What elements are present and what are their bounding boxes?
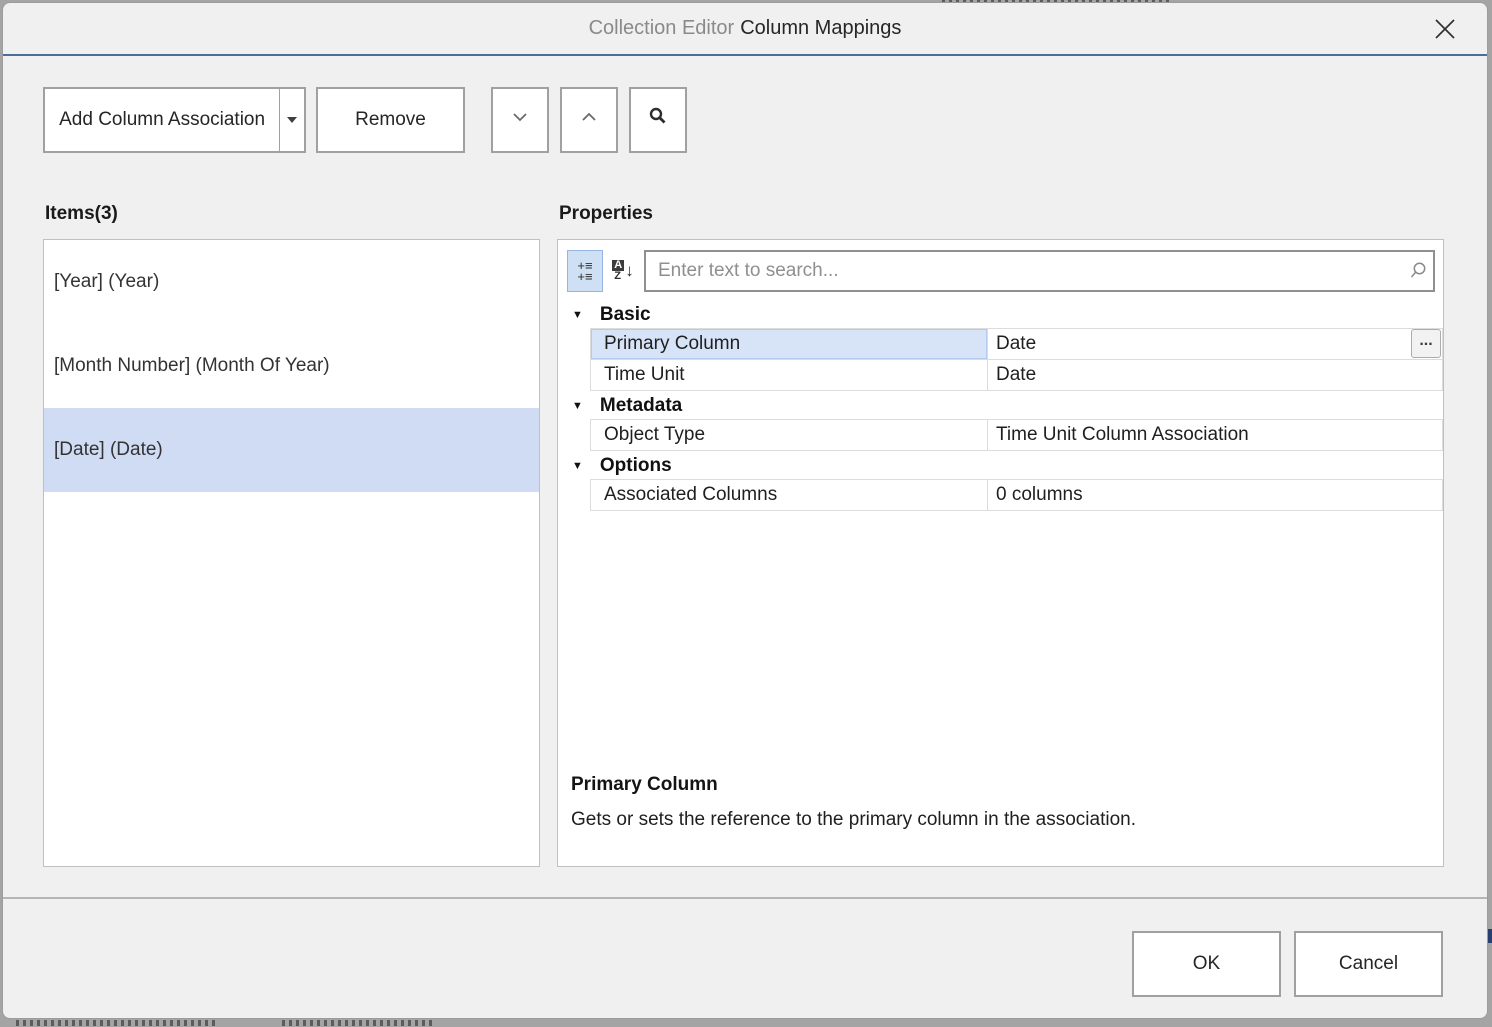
items-list: [Year] (Year) [Month Number] (Month Of Y… [43, 239, 540, 867]
list-item-year[interactable]: [Year] (Year) [44, 240, 539, 324]
ellipsis-button[interactable]: ... [1411, 329, 1441, 358]
remove-button-label: Remove [355, 109, 426, 131]
footer-divider [3, 897, 1487, 899]
background-window-fragment [16, 1020, 216, 1026]
property-grid-panel: +≡+≡ AZ ↓ ▼ Basic Primary Column [557, 239, 1444, 867]
items-panel-header: Items(3) [45, 203, 118, 225]
list-item-date[interactable]: [Date] (Date) [44, 408, 539, 492]
property-grid-toolbar: +≡+≡ AZ ↓ [558, 240, 1443, 296]
chevron-up-icon [577, 105, 601, 135]
property-row-primary-column[interactable]: Primary Column Date ... [590, 328, 1443, 360]
category-metadata[interactable]: ▼ Metadata [558, 391, 1443, 420]
property-name-cell[interactable]: Object Type [591, 420, 988, 450]
category-expand-icon: ▼ [572, 309, 583, 321]
category-expand-icon: ▼ [572, 400, 583, 412]
property-name-cell[interactable]: Time Unit [591, 360, 988, 390]
property-value: Time Unit Column Association [996, 424, 1249, 446]
property-row-object-type[interactable]: Object Type Time Unit Column Association [590, 419, 1443, 451]
ok-button-label: OK [1193, 953, 1220, 975]
add-column-association-button[interactable]: Add Column Association [45, 89, 279, 151]
property-value-cell[interactable]: Time Unit Column Association [988, 420, 1442, 450]
remove-button[interactable]: Remove [316, 87, 465, 153]
close-icon [1433, 17, 1457, 46]
dialog-title: Collection EditorColumn Mappings [589, 17, 902, 40]
add-column-association-split-button: Add Column Association [43, 87, 306, 153]
add-column-association-dropdown-button[interactable] [279, 89, 304, 151]
property-name-cell[interactable]: Primary Column [591, 329, 988, 359]
property-name: Primary Column [604, 333, 740, 355]
dialog-title-main: Column Mappings [740, 17, 901, 39]
property-value: 0 columns [996, 484, 1083, 506]
alphabetical-sort-icon: AZ ↓ [612, 260, 633, 282]
search-icon [646, 105, 670, 135]
category-basic[interactable]: ▼ Basic [558, 300, 1443, 329]
category-label: Metadata [600, 395, 682, 417]
category-expand-icon: ▼ [572, 460, 583, 472]
property-value: Date [996, 333, 1036, 355]
ellipsis-icon: ... [1419, 336, 1432, 346]
ok-button[interactable]: OK [1132, 931, 1281, 997]
list-item-label: [Date] (Date) [54, 439, 163, 461]
property-name: Time Unit [604, 364, 685, 386]
property-description-text: Gets or sets the reference to the primar… [571, 809, 1427, 831]
property-row-associated-columns[interactable]: Associated Columns 0 columns [590, 479, 1443, 511]
property-search-input[interactable] [644, 250, 1435, 292]
property-value-cell[interactable]: Date [988, 360, 1442, 390]
list-item-month-number[interactable]: [Month Number] (Month Of Year) [44, 324, 539, 408]
property-description: Primary Column Gets or sets the referenc… [571, 774, 1427, 831]
property-value-cell[interactable]: Date ... [988, 329, 1442, 359]
cancel-button[interactable]: Cancel [1294, 931, 1443, 997]
background-window-fragment [282, 1020, 432, 1026]
properties-panel-header: Properties [559, 203, 653, 225]
close-button[interactable] [1427, 15, 1463, 47]
property-value-cell[interactable]: 0 columns [988, 480, 1442, 510]
list-item-label: [Month Number] (Month Of Year) [54, 355, 330, 377]
chevron-down-icon [508, 105, 532, 135]
move-down-button[interactable] [491, 87, 549, 153]
dialog-title-prefix: Collection Editor [589, 17, 735, 39]
category-options[interactable]: ▼ Options [558, 451, 1443, 480]
categorized-view-toggle[interactable]: +≡+≡ [567, 250, 603, 292]
property-name-cell[interactable]: Associated Columns [591, 480, 988, 510]
category-label: Options [600, 455, 672, 477]
property-row-time-unit[interactable]: Time Unit Date [590, 359, 1443, 391]
find-button[interactable] [629, 87, 687, 153]
property-name: Associated Columns [604, 484, 777, 506]
move-up-button[interactable] [560, 87, 618, 153]
collection-editor-dialog: Collection EditorColumn Mappings Add Col… [2, 2, 1488, 1019]
list-item-label: [Year] (Year) [54, 271, 159, 293]
property-grid: ▼ Basic Primary Column Date ... Time Uni… [558, 300, 1443, 511]
chevron-down-icon [287, 117, 297, 123]
add-column-association-label: Add Column Association [59, 109, 265, 131]
category-label: Basic [600, 304, 651, 326]
categorized-view-icon: +≡+≡ [577, 260, 592, 282]
cancel-button-label: Cancel [1339, 953, 1398, 975]
property-name: Object Type [604, 424, 705, 446]
property-value: Date [996, 364, 1036, 386]
property-description-title: Primary Column [571, 774, 1427, 796]
titlebar: Collection EditorColumn Mappings [3, 3, 1487, 56]
alphabetical-sort-toggle[interactable]: AZ ↓ [605, 250, 641, 292]
